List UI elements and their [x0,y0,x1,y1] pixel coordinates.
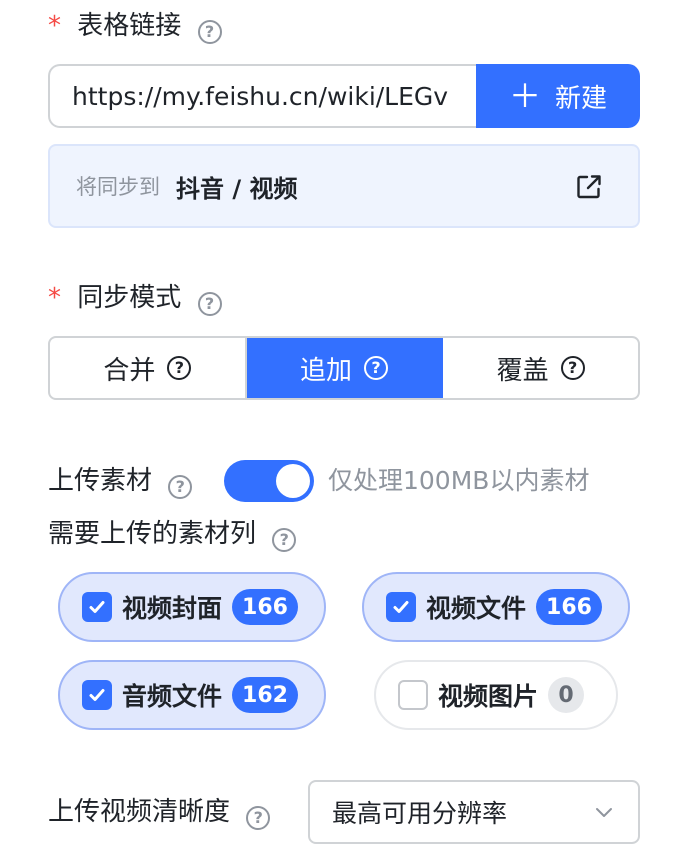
material-count-badge: 162 [232,677,298,713]
material-chip-label: 视频封面 [122,594,223,623]
upload-material-hint: 仅处理100MB以内素材 [328,466,590,495]
table-link-input[interactable] [50,66,462,126]
plus-icon: ＋ [508,77,541,115]
sync-mode-label: 同步模式 [77,283,182,313]
sync-mode-merge[interactable]: 合并 ? [50,338,247,398]
question-circle-icon[interactable]: ? [560,356,585,380]
question-circle-icon[interactable]: ? [167,356,192,380]
new-table-button-label: 新建 [555,83,608,114]
material-chip-label: 视频文件 [426,594,527,623]
material-chip-video-image[interactable]: 视频图片 0 [374,660,618,730]
material-count-badge: 0 [548,677,585,713]
upload-material-label-row: 上传素材 ? [48,465,193,499]
sync-mode-label-row: * 同步模式 ? [48,282,222,316]
checkbox-checked-icon[interactable] [82,592,112,622]
new-table-button[interactable]: ＋ 新建 [476,64,640,128]
video-quality-label: 上传视频清晰度 [48,797,231,827]
question-circle-icon[interactable]: ? [168,475,193,499]
material-count-badge: 166 [232,589,298,625]
sync-target-prefix: 将同步到 [76,175,160,199]
upload-material-label: 上传素材 [48,466,153,496]
material-chip-audio-file[interactable]: 音频文件 162 [58,660,326,730]
video-quality-label-row: 上传视频清晰度 ? [48,796,271,830]
material-chip-label: 音频文件 [122,682,223,711]
table-link-label-row: * 表格链接 ? [48,10,222,44]
sync-mode-append-label: 追加 [300,355,353,386]
checkbox-checked-icon[interactable] [386,592,416,622]
sync-mode-merge-label: 合并 [103,355,156,386]
sync-mode-segmented: 合并 ? 追加 ? 覆盖 ? [48,336,640,400]
checkbox-unchecked-icon[interactable] [398,680,428,710]
material-chip-label: 视频图片 [438,682,539,711]
chevron-down-icon [596,808,612,817]
question-circle-icon[interactable]: ? [246,806,271,830]
sync-target-box: 将同步到 抖音 / 视频 [48,144,640,228]
required-mark: * [48,283,61,313]
question-circle-icon[interactable]: ? [197,292,222,316]
video-quality-value: 最高可用分辨率 [332,799,508,828]
open-external-icon[interactable] [574,172,604,202]
sync-mode-append[interactable]: 追加 ? [246,338,444,398]
material-columns-label-row: 需要上传的素材列 ? [48,518,297,552]
question-circle-icon[interactable]: ? [272,528,297,552]
question-circle-icon[interactable]: ? [197,20,222,44]
upload-material-toggle[interactable] [224,460,314,502]
material-count-badge: 166 [536,589,602,625]
toggle-knob [276,464,310,498]
material-chip-video-cover[interactable]: 视频封面 166 [58,572,326,642]
table-link-field[interactable] [48,64,478,128]
checkbox-checked-icon[interactable] [82,680,112,710]
question-circle-icon[interactable]: ? [364,356,389,380]
required-mark: * [48,11,61,41]
table-link-label: 表格链接 [77,11,182,41]
sync-mode-overwrite-label: 覆盖 [496,355,549,386]
material-columns-label: 需要上传的素材列 [48,519,257,549]
sync-target-path: 抖音 / 视频 [176,174,298,203]
material-chip-video-file[interactable]: 视频文件 166 [362,572,630,642]
video-quality-select[interactable]: 最高可用分辨率 [308,780,640,844]
sync-mode-overwrite[interactable]: 覆盖 ? [443,338,638,398]
